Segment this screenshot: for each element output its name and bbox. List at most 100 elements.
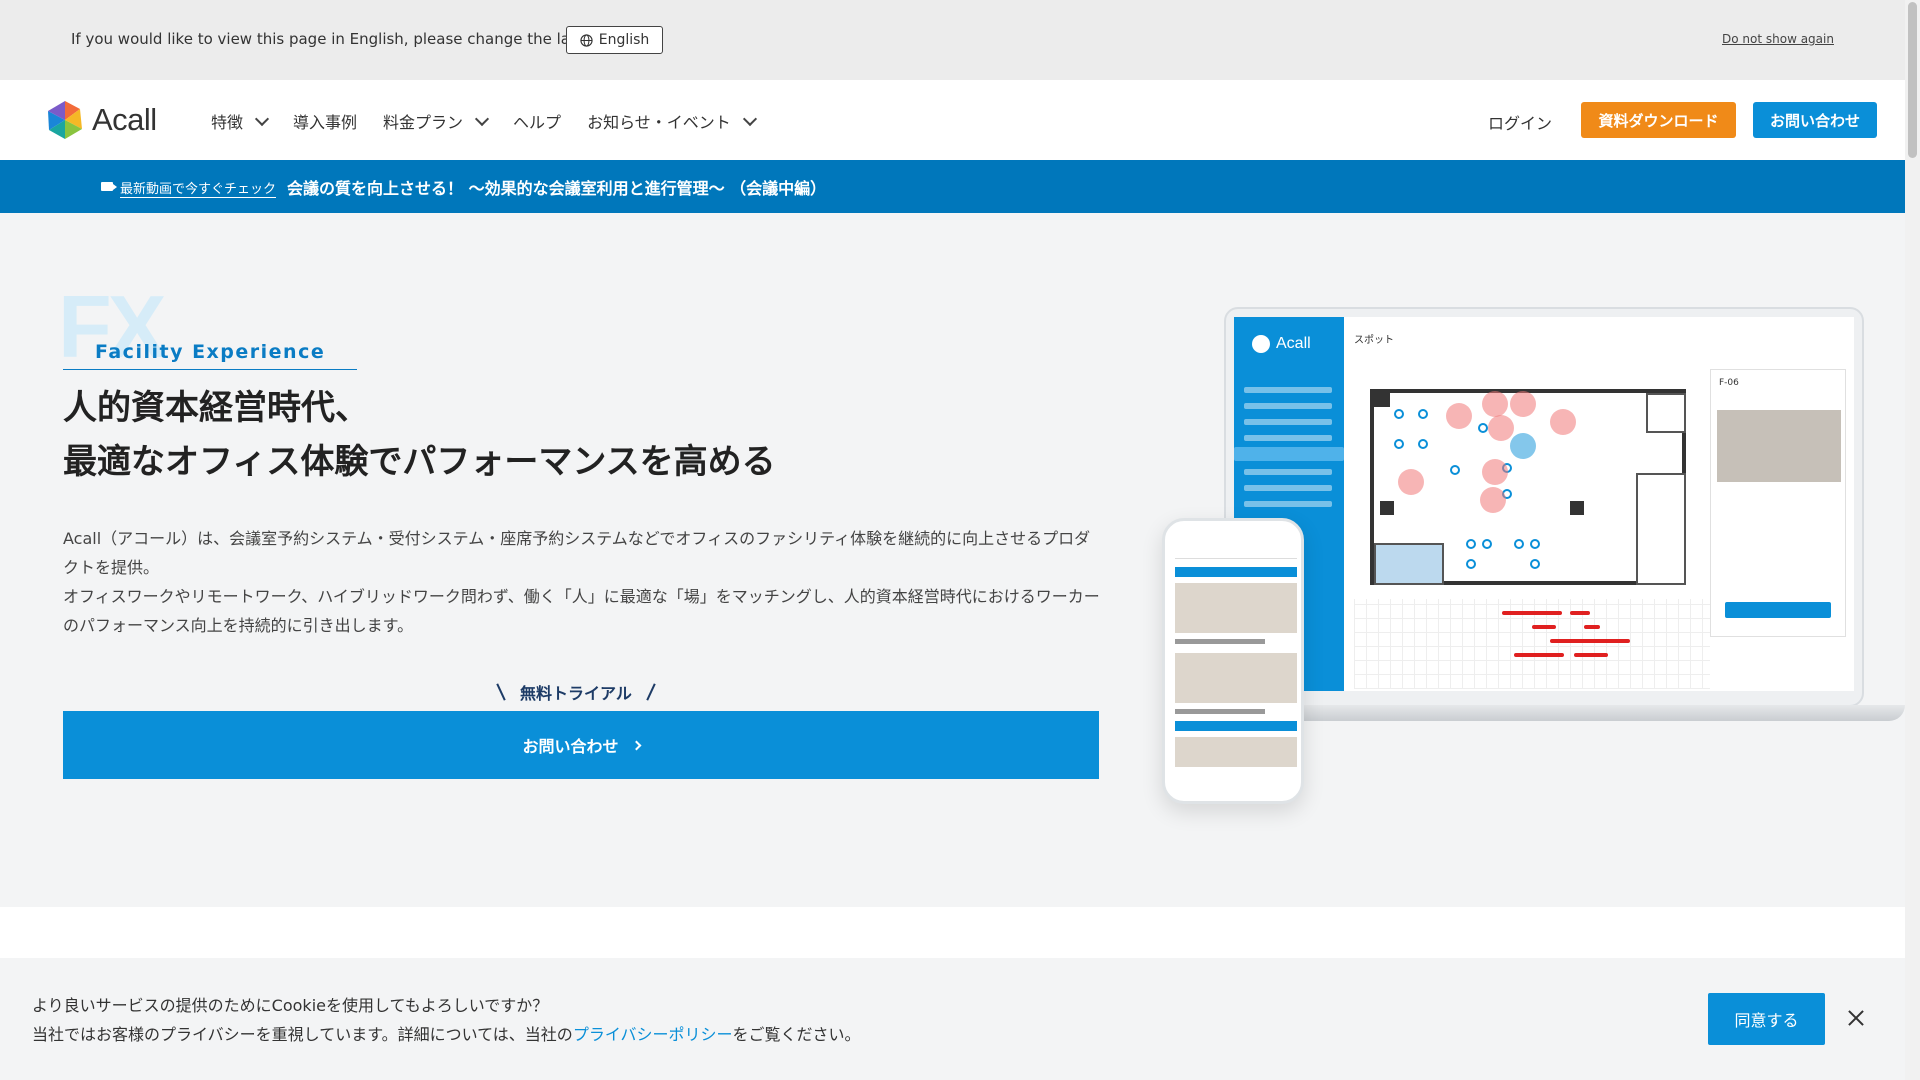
contact-button-header[interactable]: お問い合わせ xyxy=(1753,102,1877,138)
nav-item-news-events[interactable]: お知らせ・イベント xyxy=(587,109,757,133)
globe-icon xyxy=(580,33,593,47)
nav-item-features[interactable]: 特徴 xyxy=(211,109,270,133)
panel-title: F-06 xyxy=(1719,378,1739,388)
timeline-grid xyxy=(1354,599,1710,689)
app-title: スポット xyxy=(1354,335,1394,346)
page-scrollbar[interactable] xyxy=(1905,0,1920,1080)
occupied-seat-marker xyxy=(1550,409,1576,435)
language-button[interactable]: English xyxy=(566,26,663,54)
nav-item-label: お知らせ・イベント xyxy=(587,113,731,132)
logo-text: Acall xyxy=(92,102,157,137)
map-pillar xyxy=(1374,393,1390,407)
fx-label: Facility Experience xyxy=(63,339,358,370)
seat-photo xyxy=(1717,410,1841,482)
phone-tabs xyxy=(1175,539,1297,559)
desk-marker xyxy=(1394,409,1404,419)
chevron-right-icon xyxy=(631,740,641,750)
nav-item-help[interactable]: ヘルプ xyxy=(513,109,561,133)
slash-right-icon xyxy=(646,683,656,701)
sidebar-line xyxy=(1244,435,1332,441)
sidebar-line xyxy=(1244,469,1332,475)
desk-marker xyxy=(1482,539,1492,549)
headline-line-2: 最適なオフィス体験でパフォーマンスを高める xyxy=(63,442,776,482)
occupied-seat-marker xyxy=(1398,469,1424,495)
desk-marker xyxy=(1514,539,1524,549)
phone-section-bar xyxy=(1175,721,1297,731)
close-icon[interactable] xyxy=(1846,1008,1866,1028)
sidebar-line xyxy=(1244,485,1332,491)
description-paragraph-1: Acall（アコール）は、会議室予約システム・受付システム・座席予約システムなど… xyxy=(63,529,1091,577)
booking-bar xyxy=(1584,625,1600,629)
phone-mockup xyxy=(1162,518,1304,804)
nav-item-case-studies[interactable]: 導入事例 xyxy=(293,109,357,133)
occupied-seat-marker xyxy=(1482,391,1508,417)
chevron-down-icon xyxy=(254,111,270,126)
desk-marker xyxy=(1530,539,1540,549)
phone-room-card xyxy=(1175,583,1297,633)
acall-logo-icon xyxy=(48,101,82,139)
app-logo-icon xyxy=(1252,335,1270,353)
selected-seat-marker xyxy=(1510,433,1536,459)
seat-detail-panel: F-06 xyxy=(1710,369,1846,637)
cta-label: お問い合わせ xyxy=(522,737,619,756)
hero-description: Acall（アコール）は、会議室予約システム・受付システム・座席予約システムなど… xyxy=(63,524,1103,640)
desk-marker xyxy=(1466,539,1476,549)
language-button-label: English xyxy=(598,32,650,48)
desk-marker xyxy=(1418,439,1428,449)
occupied-seat-marker xyxy=(1482,459,1508,485)
cookie-text-suffix: をご覧ください。 xyxy=(732,1025,861,1044)
download-materials-button[interactable]: 資料ダウンロード xyxy=(1581,102,1736,138)
chevron-down-icon xyxy=(742,111,757,126)
cookie-banner: より良いサービスの提供のためにCookieを使用してもよろしいですか？ 当社では… xyxy=(0,958,1905,1080)
booking-bar xyxy=(1574,653,1608,657)
chevron-down-icon xyxy=(474,111,490,126)
video-camera-icon xyxy=(101,182,117,191)
main-nav: 特徴 導入事例 料金プラン ヘルプ お知らせ・イベント xyxy=(211,109,757,133)
floor-map xyxy=(1370,389,1686,585)
desk-marker xyxy=(1530,559,1540,569)
phone-room-card xyxy=(1175,653,1297,703)
nav-item-label: ヘルプ xyxy=(513,113,562,132)
desk-marker xyxy=(1394,439,1404,449)
site-header: Acall 特徴 導入事例 料金プラン ヘルプ お知らせ・イベント ログイン 資… xyxy=(0,80,1905,160)
free-trial-text: 無料トライアル xyxy=(520,684,632,703)
cookie-text-prefix: 当社ではお客様のプライバシーを重視しています。詳細については、当社の xyxy=(32,1025,573,1044)
laptop-screen: Acall スポット F-06 xyxy=(1234,317,1854,691)
announcement-bar[interactable]: 最新動画で今すぐチェック 会議の質を向上させる！ 〜効果的な会議室利用と進行管理… xyxy=(0,160,1905,213)
book-button xyxy=(1725,602,1831,618)
occupied-seat-marker xyxy=(1488,415,1514,441)
sidebar-line xyxy=(1244,501,1332,507)
map-pillar xyxy=(1570,501,1584,515)
login-link[interactable]: ログイン xyxy=(1488,110,1552,134)
booking-bar xyxy=(1532,625,1556,629)
hero-headline: 人的資本経営時代、 最適なオフィス体験でパフォーマンスを高める xyxy=(63,381,776,489)
map-room xyxy=(1646,393,1686,433)
acall-logo[interactable]: Acall xyxy=(44,99,157,141)
sidebar-line xyxy=(1244,419,1332,425)
desk-marker xyxy=(1478,423,1488,433)
headline-line-1: 人的資本経営時代、 xyxy=(63,388,369,428)
scrollbar-thumb[interactable] xyxy=(1908,2,1917,158)
booking-bar xyxy=(1502,611,1562,615)
booking-bar xyxy=(1514,653,1564,657)
language-bar: If you would like to view this page in E… xyxy=(0,0,1905,80)
description-paragraph-2: オフィスワークやリモートワーク、ハイブリッドワーク問わず、働く「人」に最適な「場… xyxy=(63,587,1100,635)
phone-caption xyxy=(1175,639,1265,644)
occupied-seat-marker xyxy=(1480,487,1506,513)
privacy-policy-link[interactable]: プライバシーポリシー xyxy=(573,1025,733,1044)
nav-item-pricing[interactable]: 料金プラン xyxy=(383,109,490,133)
slash-left-icon xyxy=(496,683,506,701)
occupied-seat-marker xyxy=(1446,403,1472,429)
sidebar-line xyxy=(1244,403,1332,409)
nav-item-label: 導入事例 xyxy=(293,113,358,132)
announcement-title: 会議の質を向上させる！ 〜効果的な会議室利用と進行管理〜 （会議中編） xyxy=(287,179,827,198)
language-message: If you would like to view this page in E… xyxy=(71,30,632,48)
booking-bar xyxy=(1550,639,1630,643)
cookie-agree-button[interactable]: 同意する xyxy=(1708,993,1825,1045)
do-not-show-again-link[interactable]: Do not show again xyxy=(1722,32,1834,46)
cookie-question: より良いサービスの提供のためにCookieを使用してもよろしいですか？ xyxy=(32,996,549,1015)
free-trial-label: 無料トライアル xyxy=(496,680,656,704)
contact-cta-button[interactable]: お問い合わせ xyxy=(63,711,1099,779)
phone-room-card xyxy=(1175,737,1297,767)
phone-caption xyxy=(1175,709,1265,714)
